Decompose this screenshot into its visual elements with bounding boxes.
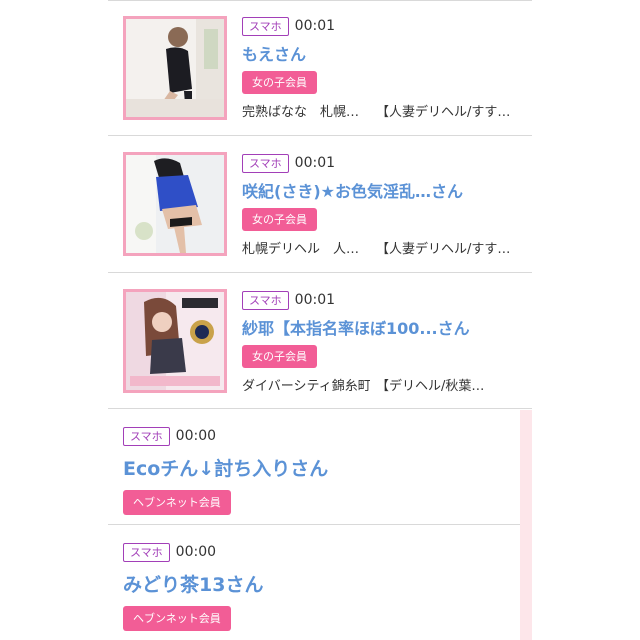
activity-feed: スマホ 00:01 もえさん 女の子会員 完熟ばなな 札幌… 【人妻デリヘル/す… [108,0,532,640]
list-item[interactable]: スマホ 00:00 Ecoチん↓討ち入りさん ヘブンネット会員 [108,409,532,525]
list-item[interactable]: スマホ 00:01 もえさん 女の子会員 完熟ばなな 札幌… 【人妻デリヘル/す… [108,0,532,136]
shop-category: 【人妻デリヘル/すす… [376,105,511,120]
member-badge: 女の子会員 [242,208,317,231]
shop-name[interactable]: ダイバーシティ錦糸町蘭… [242,375,370,394]
member-badge: ヘブンネット会員 [123,606,231,631]
user-name-link[interactable]: もえさん [242,41,526,65]
post-time: 00:00 [175,544,217,560]
photo-placeholder-icon [126,292,224,390]
shop-name[interactable]: 札幌デリヘル 人… [242,238,370,257]
shop-category: 【デリヘル/秋葉… [376,379,485,394]
shop-category: 【人妻デリヘル/すす… [376,242,511,257]
device-tag: スマホ [242,153,289,173]
user-name-link[interactable]: 咲紀(さき)★お色気淫乱…さん [242,178,526,202]
user-name-link[interactable]: 紗耶【本指名率ほぼ100...さん [242,315,526,339]
device-tag: スマホ [242,290,289,310]
profile-thumbnail[interactable] [123,289,227,393]
device-tag: スマホ [123,426,170,446]
post-time: 00:00 [175,428,217,444]
profile-thumbnail[interactable] [123,152,227,256]
member-badge: 女の子会員 [242,71,317,94]
device-tag: スマホ [242,16,289,36]
profile-thumbnail[interactable] [123,16,227,120]
post-time: 00:01 [294,18,336,34]
post-time: 00:01 [294,155,336,171]
user-name-link[interactable]: Ecoチん↓討ち入りさん [123,454,526,481]
list-item[interactable]: スマホ 00:01 咲紀(さき)★お色気淫乱…さん 女の子会員 札幌デリヘル 人… [108,136,532,273]
side-accent-bar [520,410,532,640]
shop-name[interactable]: 完熟ばなな 札幌… [242,101,370,120]
photo-placeholder-icon [126,155,224,253]
list-item[interactable]: スマホ 00:01 紗耶【本指名率ほぼ100...さん 女の子会員 ダイバーシテ… [108,273,532,409]
post-time: 00:01 [294,292,336,308]
user-name-link[interactable]: みどり茶13さん [123,570,526,597]
member-badge: 女の子会員 [242,345,317,368]
photo-placeholder-icon [126,19,224,117]
member-badge: ヘブンネット会員 [123,490,231,515]
list-item[interactable]: スマホ 00:00 みどり茶13さん ヘブンネット会員 [108,525,532,640]
device-tag: スマホ [123,542,170,562]
